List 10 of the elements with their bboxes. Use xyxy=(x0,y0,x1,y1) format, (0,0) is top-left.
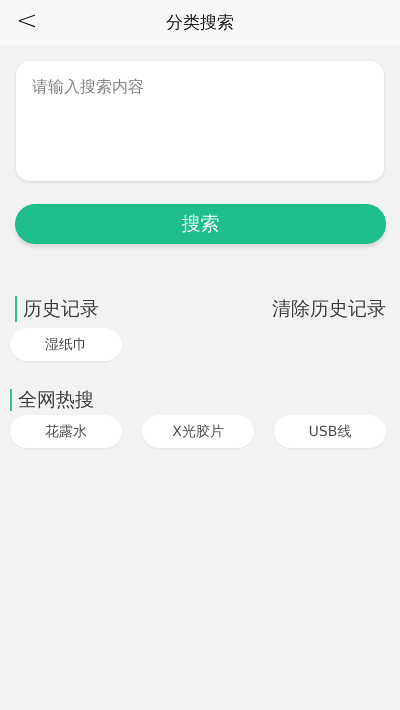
section-title: 全网热搜 xyxy=(18,389,94,411)
section-title: 历史记录 xyxy=(23,298,99,320)
keyword-chip[interactable]: USB线 xyxy=(274,415,386,448)
keyword-chip[interactable]: 花露水 xyxy=(10,415,122,448)
keyword-chip[interactable]: X光胶片 xyxy=(142,415,254,448)
search-field[interactable]: 请输入搜索内容 xyxy=(16,61,384,181)
back-button[interactable]: < xyxy=(12,6,42,36)
keyword-chip[interactable]: 湿纸巾 xyxy=(10,328,122,361)
clear-history-link[interactable]: 清除历史记录 xyxy=(272,296,386,322)
page-title: 分类搜索 xyxy=(166,12,234,34)
